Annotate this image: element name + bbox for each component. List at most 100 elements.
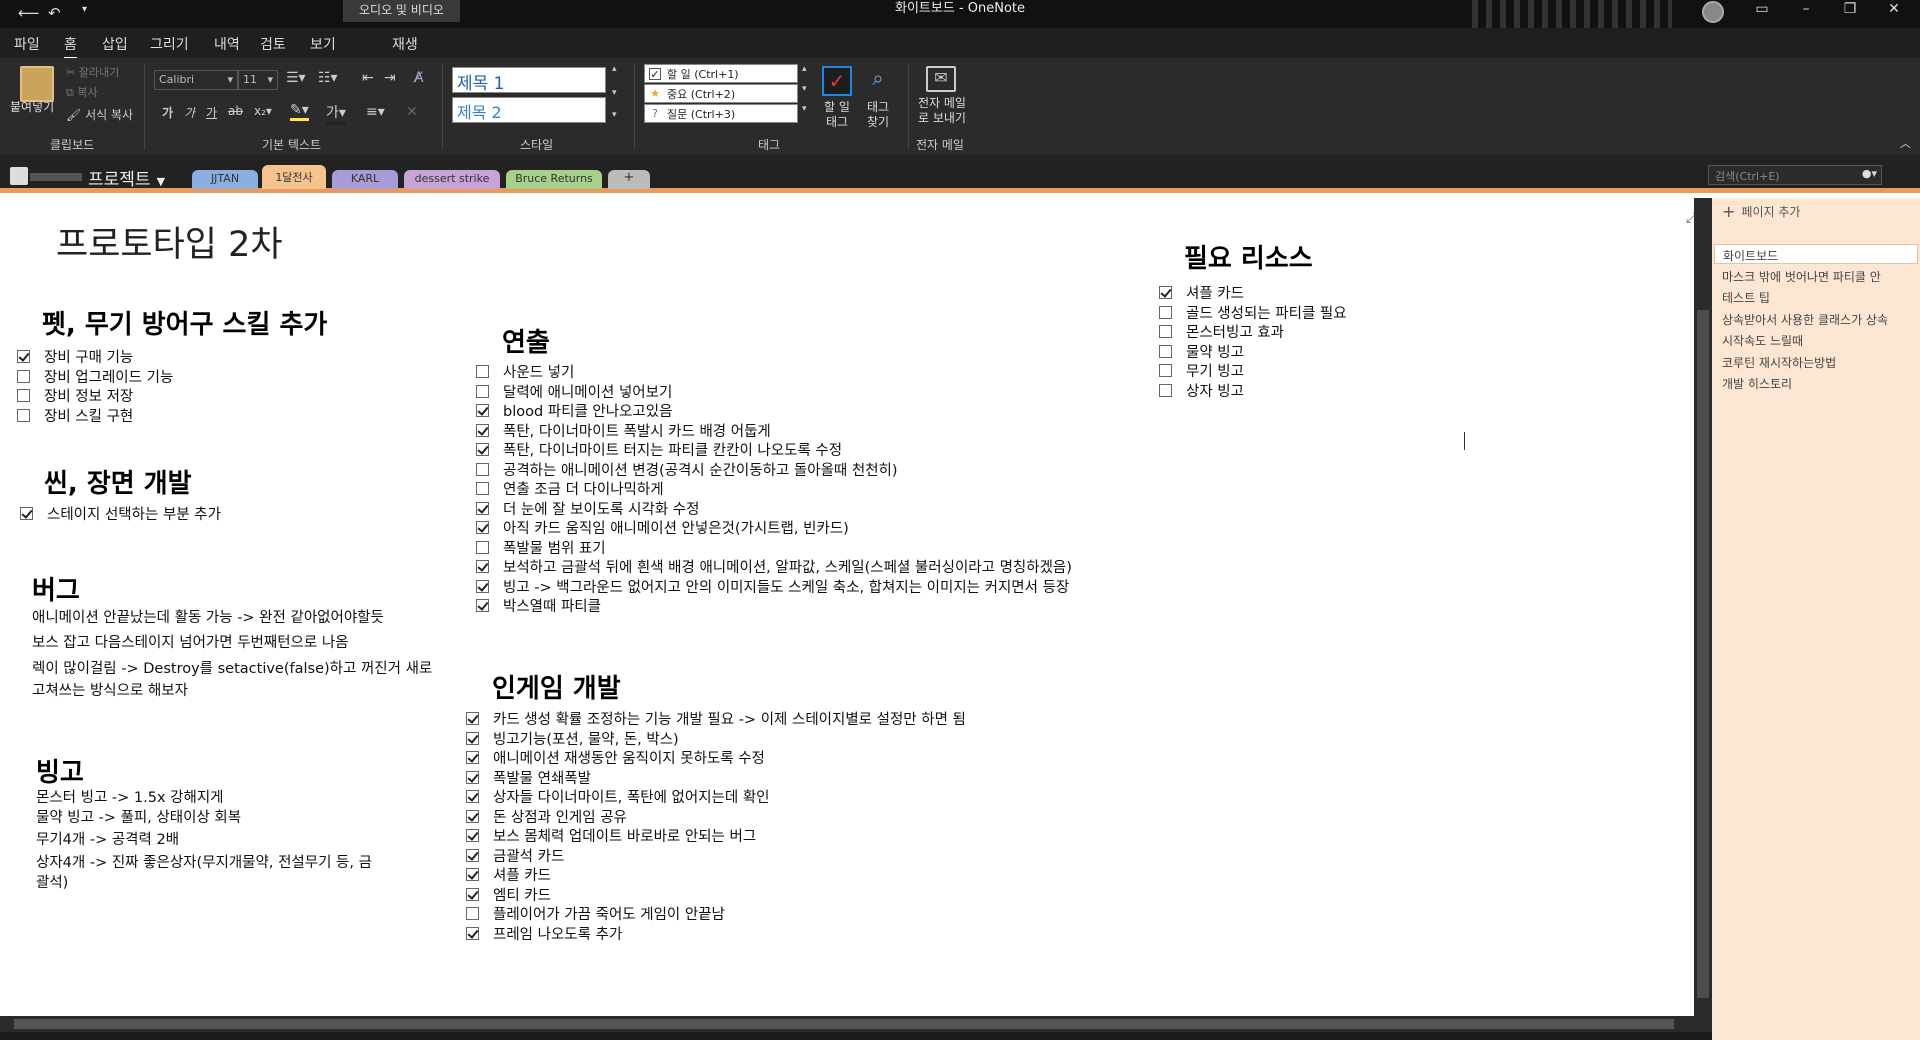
subscript-icon[interactable]: x₂▾ xyxy=(254,104,272,118)
bingo-line[interactable]: 무기4개 -> 공격력 2배 xyxy=(36,828,179,849)
bug-line[interactable]: 애니메이션 안끝났는데 활동 가능 -> 완전 같아없어야할듯 xyxy=(32,606,384,627)
page-list-item[interactable]: 화이트보드 xyxy=(1714,244,1918,264)
ingame-item[interactable]: 프레임 나오도록 추가 xyxy=(466,923,622,944)
font-size-select[interactable]: 11 ▾ xyxy=(238,70,278,90)
resource-item-text[interactable]: 물약 빙고 xyxy=(1186,341,1244,362)
find-tags-button[interactable]: 태그 찾기 xyxy=(856,100,900,130)
more-tags-icon[interactable]: ▾ xyxy=(802,104,807,114)
increase-indent-icon[interactable]: ⇥ xyxy=(384,70,396,86)
search-input[interactable]: 검색(Ctrl+E) ●▾ xyxy=(1708,165,1882,185)
ingame-item-text[interactable]: 엠티 카드 xyxy=(493,884,551,905)
underline-icon[interactable]: 가 xyxy=(206,104,217,121)
ingame-item-text[interactable]: 카드 생성 확률 조정하는 기능 개발 필요 -> 이제 스테이지별로 설정만 … xyxy=(493,708,966,729)
paste-button[interactable]: 붙여넣기 xyxy=(10,98,54,115)
todo-checkbox-icon[interactable] xyxy=(476,384,489,398)
todo-checkbox-icon[interactable] xyxy=(476,599,489,612)
todo-checkbox-icon[interactable] xyxy=(20,507,33,520)
todo-checkbox-icon[interactable] xyxy=(476,560,489,573)
resource-item[interactable]: 셔플 카드 xyxy=(1159,282,1244,303)
numbered-list-icon[interactable]: ☷▾ xyxy=(318,70,338,86)
strikethrough-icon[interactable]: ab xyxy=(228,104,243,118)
resource-item-text[interactable]: 무기 빙고 xyxy=(1186,360,1244,381)
direction-item-text[interactable]: 달력에 애니메이션 넣어보기 xyxy=(503,381,672,402)
section-tab-jjtan[interactable]: JJTAN xyxy=(192,170,258,189)
ingame-item-text[interactable]: 빙고기능(포션, 물약, 돈, 박스) xyxy=(493,728,679,749)
more-styles-icon[interactable]: ▾ xyxy=(612,110,617,120)
pet-item-text[interactable]: 장비 업그레이드 기능 xyxy=(44,366,173,387)
tag-todo[interactable]: ✓ 할 일 (Ctrl+1) xyxy=(644,64,798,83)
pet-item-text[interactable]: 장비 구매 기능 xyxy=(44,346,133,367)
pet-item[interactable]: 장비 정보 저장 xyxy=(17,385,133,406)
ingame-item[interactable]: 돈 상점과 인게임 공유 xyxy=(466,806,627,827)
todo-checkbox-icon[interactable] xyxy=(476,579,489,593)
ingame-item-text[interactable]: 돈 상점과 인게임 공유 xyxy=(493,806,627,827)
todo-checkbox-icon[interactable] xyxy=(1159,384,1172,397)
direction-item-text[interactable]: 폭탄, 다이너마이트 폭발시 카드 배경 어둡게 xyxy=(503,420,771,441)
section-tab-bruce-returns[interactable]: Bruce Returns xyxy=(506,170,602,189)
font-name-select[interactable]: Calibri ▾ xyxy=(154,70,238,90)
todo-checkbox-icon[interactable] xyxy=(466,848,479,862)
todo-checkbox-icon[interactable] xyxy=(466,809,479,823)
resource-item[interactable]: 물약 빙고 xyxy=(1159,341,1244,362)
vertical-scroll-thumb[interactable] xyxy=(1697,310,1709,998)
find-tags-icon[interactable]: ⌕ xyxy=(864,66,892,96)
paste-icon[interactable] xyxy=(20,66,54,102)
add-section-button[interactable]: + xyxy=(608,170,650,189)
heading-bug[interactable]: 버그 xyxy=(32,570,80,607)
minimize-icon[interactable]: – xyxy=(1784,0,1828,28)
format-painter-button[interactable]: 🖌 서식 복사 xyxy=(66,106,133,123)
page-title[interactable]: 프로토타입 2차 xyxy=(56,216,283,267)
heading-direction[interactable]: 연출 xyxy=(502,322,550,359)
menu-home[interactable]: 홈 xyxy=(64,34,77,59)
italic-icon[interactable]: 가 xyxy=(184,104,195,121)
todo-checkbox-icon[interactable] xyxy=(17,389,30,402)
resource-item-text[interactable]: 셔플 카드 xyxy=(1186,282,1244,303)
pet-item[interactable]: 장비 업그레이드 기능 xyxy=(17,366,173,387)
notebook-icon[interactable] xyxy=(10,167,28,185)
page-list-item[interactable]: 시작속도 느릴때 xyxy=(1722,332,1803,349)
pet-item-text[interactable]: 장비 정보 저장 xyxy=(44,385,133,406)
todo-checkbox-icon[interactable] xyxy=(466,887,479,901)
page-list-item[interactable]: 상속받아서 사용한 클래스가 상속 xyxy=(1722,311,1888,328)
ribbon-display-icon[interactable]: ▭ xyxy=(1740,0,1784,28)
highlight-icon[interactable]: ✎▾ xyxy=(290,102,309,121)
delete-icon[interactable]: ✕ xyxy=(406,104,418,120)
direction-item[interactable]: 빙고 -> 백그라운드 없어지고 안의 이미지들도 스케일 축소, 합쳐지는 이… xyxy=(476,576,1069,597)
section-tab-dessert-strike[interactable]: dessert strike xyxy=(404,170,500,189)
resource-item[interactable]: 상자 빙고 xyxy=(1159,380,1244,401)
ingame-item[interactable]: 플레이어가 가끔 죽어도 게임이 안끝남 xyxy=(466,903,725,924)
todo-checkbox-icon[interactable] xyxy=(466,712,479,725)
align-icon[interactable]: ≡▾ xyxy=(366,104,385,120)
bug-line[interactable]: 보스 잡고 다음스테이지 넘어가면 두번째턴으로 나옴 xyxy=(32,631,349,652)
todo-checkbox-icon[interactable] xyxy=(476,501,489,515)
todo-checkbox-icon[interactable] xyxy=(476,443,489,456)
direction-item-text[interactable]: blood 파티클 안나오고있음 xyxy=(503,400,672,421)
style-heading2[interactable]: 제목 2 xyxy=(452,97,606,123)
direction-item-text[interactable]: 빙고 -> 백그라운드 없어지고 안의 이미지들도 스케일 축소, 합쳐지는 이… xyxy=(503,576,1069,597)
ingame-item[interactable]: 애니메이션 재생동안 움직이지 못하도록 수정 xyxy=(466,747,765,768)
direction-item[interactable]: 박스열때 파티클 xyxy=(476,595,601,616)
ingame-item-text[interactable]: 프레임 나오도록 추가 xyxy=(493,923,622,944)
add-page-button[interactable]: + 페이지 추가 xyxy=(1722,198,1920,224)
direction-item[interactable]: 보석하고 금괄석 뒤에 흰색 배경 애니메이션, 알파값, 스케일(스페셜 불러… xyxy=(476,556,1072,577)
notebook-selector[interactable]: 프로젝트 ▼ xyxy=(88,165,165,190)
todo-checkbox-icon[interactable] xyxy=(466,868,479,881)
direction-item-text[interactable]: 공격하는 애니메이션 변경(공격시 순간이동하고 돌아올때 천천히) xyxy=(503,459,898,480)
collapse-ribbon-icon[interactable]: ︿ xyxy=(1900,135,1911,151)
resource-item-text[interactable]: 골드 생성되는 파티클 필요 xyxy=(1186,302,1347,323)
resource-item[interactable]: 무기 빙고 xyxy=(1159,360,1244,381)
direction-item[interactable]: 사운드 넣기 xyxy=(476,361,574,382)
ingame-item[interactable]: 폭발물 연쇄폭발 xyxy=(466,767,591,788)
resource-item-text[interactable]: 상자 빙고 xyxy=(1186,380,1244,401)
ingame-item-text[interactable]: 애니메이션 재생동안 움직이지 못하도록 수정 xyxy=(493,747,765,768)
ingame-item[interactable]: 보스 몸체력 업데이트 바로바로 안되는 버그 xyxy=(466,825,756,846)
direction-item[interactable]: 폭탄, 다이너마이트 폭발시 카드 배경 어둡게 xyxy=(476,420,771,441)
ingame-item[interactable]: 엠티 카드 xyxy=(466,884,551,905)
direction-item[interactable]: 아직 카드 움직임 애니메이션 안넣은것(가시트랩, 빈카드) xyxy=(476,517,849,538)
page-list-item[interactable]: 개발 히스토리 xyxy=(1722,375,1792,392)
restore-icon[interactable]: ❐ xyxy=(1828,0,1872,28)
avatar[interactable] xyxy=(1702,1,1724,23)
scroll-down-icon[interactable]: ▾ xyxy=(612,88,617,98)
pet-item-text[interactable]: 장비 스킬 구현 xyxy=(44,405,133,426)
menu-view[interactable]: 보기 xyxy=(310,34,336,54)
